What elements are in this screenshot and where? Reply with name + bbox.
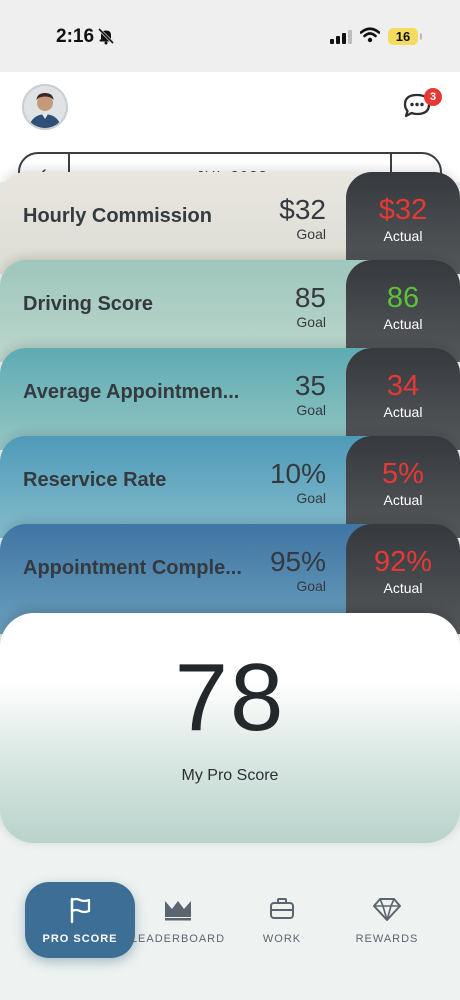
goal-value: 10%: [269, 458, 326, 489]
flag-icon: [25, 896, 135, 929]
goal-value: $32: [279, 194, 326, 225]
metric-card-hourly-commission[interactable]: Hourly Commission $32 Goal $32 Actual: [0, 172, 460, 274]
nav-label: REWARDS: [355, 933, 419, 945]
metric-name: Average Appointmen...: [23, 381, 240, 403]
actual-value: $32: [378, 194, 428, 226]
actual-panel: 5% Actual: [346, 436, 460, 538]
metric-name: Hourly Commission: [23, 205, 212, 227]
nav-item-leaderboard[interactable]: LEADERBOARD: [123, 882, 233, 958]
nav-item-pro-score[interactable]: PRO SCORE: [25, 882, 135, 958]
goal-value: 95%: [269, 546, 326, 577]
goal-label: Goal: [296, 314, 326, 330]
goal-label: Goal: [296, 578, 326, 594]
diamond-icon: [332, 896, 442, 927]
actual-panel: $32 Actual: [346, 172, 460, 274]
notification-badge: 3: [424, 88, 442, 106]
pro-score-card[interactable]: 78 My Pro Score: [0, 613, 460, 843]
actual-value: 92%: [373, 546, 433, 578]
nav-item-rewards[interactable]: REWARDS: [332, 882, 442, 958]
actual-label: Actual: [383, 404, 423, 420]
actual-label: Actual: [383, 580, 423, 596]
cellular-signal-icon: [330, 30, 352, 49]
goal-label: Goal: [296, 226, 326, 242]
metric-card-average-appointment[interactable]: Average Appointmen... 35 Goal 34 Actual: [0, 348, 460, 450]
pro-score-label: My Pro Score: [181, 767, 279, 784]
goal-value: 35: [294, 370, 326, 401]
goal-label: Goal: [296, 402, 326, 418]
avatar[interactable]: [22, 84, 68, 130]
metric-card-reservice-rate[interactable]: Reservice Rate 10% Goal 5% Actual: [0, 436, 460, 538]
pro-score-value: 78: [174, 644, 286, 751]
goal-value: 85: [294, 282, 326, 313]
actual-value: 5%: [382, 458, 424, 490]
nav-label: LEADERBOARD: [130, 933, 226, 945]
metric-name: Reservice Rate: [23, 469, 167, 491]
battery-icon: 16: [388, 28, 422, 45]
nav-label: PRO SCORE: [42, 933, 118, 945]
bell-off-icon: [97, 27, 115, 50]
wifi-icon: [359, 27, 381, 48]
metric-card-driving-score[interactable]: Driving Score 85 Goal 86 Actual: [0, 260, 460, 362]
actual-label: Actual: [383, 228, 423, 244]
actual-panel: 86 Actual: [346, 260, 460, 362]
header: 3 ‹ JUL 2023: [0, 72, 460, 192]
nav-label: WORK: [262, 933, 302, 945]
actual-label: Actual: [383, 492, 423, 508]
briefcase-icon: [227, 896, 337, 927]
goal-label: Goal: [296, 490, 326, 506]
metric-name: Appointment Comple...: [23, 557, 242, 579]
bottom-nav: PRO SCORE LEADERBOARD WORK REWARDS: [0, 870, 460, 970]
nav-item-work[interactable]: WORK: [227, 882, 337, 958]
metric-name: Driving Score: [23, 293, 154, 315]
crown-icon: [123, 896, 233, 927]
status-time: 2:16: [56, 26, 95, 47]
actual-panel: 34 Actual: [346, 348, 460, 450]
actual-value: 34: [386, 370, 420, 402]
actual-value: 86: [386, 282, 420, 314]
status-bar: 2:16 16: [0, 0, 460, 72]
actual-label: Actual: [383, 316, 423, 332]
